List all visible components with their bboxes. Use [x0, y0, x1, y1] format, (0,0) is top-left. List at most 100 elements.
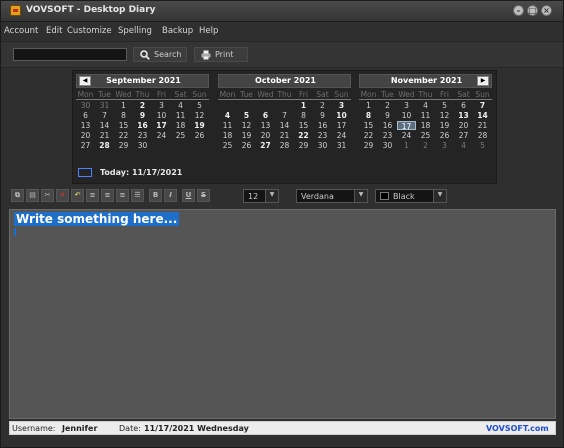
calendar-day[interactable]: 24	[152, 131, 171, 140]
calendar-day[interactable]: 20	[454, 121, 473, 130]
calendar-day[interactable]: 8	[114, 111, 133, 120]
calendar-day[interactable]: 17	[152, 121, 171, 130]
calendar-day[interactable]: 6	[454, 101, 473, 110]
calendar-day[interactable]: 11	[218, 121, 237, 130]
calendar-day[interactable]: 9	[133, 111, 152, 120]
calendar-day[interactable]: 1	[359, 101, 378, 110]
search-input[interactable]	[13, 48, 127, 61]
calendar-day[interactable]: 24	[397, 131, 416, 140]
calendar-day[interactable]: 8	[359, 111, 378, 120]
calendar-day[interactable]: 15	[294, 121, 313, 130]
calendar-day[interactable]: 19	[190, 121, 209, 130]
calendar-day[interactable]: 31	[332, 141, 351, 150]
align-center-button[interactable]: ≡	[101, 189, 114, 202]
calendar-day[interactable]: 13	[76, 121, 95, 130]
strikethrough-button[interactable]: S	[197, 189, 210, 202]
calendar-day[interactable]: 30	[378, 141, 397, 150]
calendar-day[interactable]: 15	[114, 121, 133, 130]
calendar-day[interactable]: 10	[152, 111, 171, 120]
calendar-day[interactable]: 4	[218, 111, 237, 120]
calendar-day[interactable]: 27	[454, 131, 473, 140]
calendar-day[interactable]: 11	[416, 111, 435, 120]
calendar-day[interactable]: 5	[473, 141, 492, 150]
minimize-button[interactable]: –	[513, 5, 524, 16]
calendar-day[interactable]: 29	[294, 141, 313, 150]
calendar-day[interactable]: 25	[218, 141, 237, 150]
calendar-day[interactable]: 22	[114, 131, 133, 140]
calendar-day[interactable]: 18	[416, 121, 435, 130]
italic-button[interactable]: I	[164, 189, 177, 202]
calendar-day[interactable]: 3	[332, 101, 351, 110]
calendar-day[interactable]: 8	[294, 111, 313, 120]
calendar-day[interactable]: 5	[190, 101, 209, 110]
calendar-day[interactable]: 23	[133, 131, 152, 140]
calendar-day[interactable]: 22	[294, 131, 313, 140]
calendar-day[interactable]: 5	[237, 111, 256, 120]
font-color-select[interactable]: Black ▼	[375, 189, 447, 203]
undo-button[interactable]: ↶	[71, 189, 84, 202]
font-size-select[interactable]: 12 ▼	[243, 189, 279, 203]
calendar-day[interactable]: 21	[275, 131, 294, 140]
calendar-day[interactable]: 22	[359, 131, 378, 140]
paste-button[interactable]: ▤	[26, 189, 39, 202]
bold-button[interactable]: B	[149, 189, 162, 202]
calendar-day[interactable]: 7	[473, 101, 492, 110]
calendar-day[interactable]: 19	[237, 131, 256, 140]
copy-button[interactable]: ⧉	[11, 189, 24, 202]
calendar-day[interactable]: 30	[76, 101, 95, 110]
calendar-day[interactable]: 21	[473, 121, 492, 130]
calendar-day[interactable]: 7	[95, 111, 114, 120]
next-month-button[interactable]: ▶	[477, 76, 489, 86]
cut-button[interactable]: ✂	[41, 189, 54, 202]
font-name-select[interactable]: Verdana ▼	[296, 189, 368, 203]
calendar-day[interactable]: 17	[332, 121, 351, 130]
menu-edit[interactable]: Edit	[46, 26, 62, 36]
calendar-day[interactable]: 5	[435, 101, 454, 110]
align-left-button[interactable]: ≡	[86, 189, 99, 202]
calendar-day[interactable]: 4	[171, 101, 190, 110]
calendar-day[interactable]: 28	[275, 141, 294, 150]
calendar-day[interactable]: 23	[313, 131, 332, 140]
font-size-dropdown[interactable]: ▼	[265, 190, 278, 202]
calendar-day[interactable]: 13	[256, 121, 275, 130]
calendar-day[interactable]: 1	[114, 101, 133, 110]
calendar-day[interactable]: 30	[133, 141, 152, 150]
calendar-day[interactable]: 29	[114, 141, 133, 150]
calendar-day[interactable]: 2	[416, 141, 435, 150]
calendar-day[interactable]: 12	[435, 111, 454, 120]
search-button[interactable]: Search	[133, 47, 187, 62]
calendar-day[interactable]: 7	[275, 111, 294, 120]
calendar-day[interactable]: 31	[95, 101, 114, 110]
calendar-day[interactable]: 26	[190, 131, 209, 140]
brand-link[interactable]: VOVSOFT.com	[486, 424, 549, 433]
diary-editor[interactable]: Write something here...	[9, 209, 556, 419]
calendar-day[interactable]: 14	[473, 111, 492, 120]
calendar-day[interactable]: 15	[359, 121, 378, 130]
calendar-day[interactable]: 17	[397, 121, 416, 131]
calendar-day[interactable]: 2	[133, 101, 152, 110]
calendar-day[interactable]: 2	[378, 101, 397, 110]
calendar-day[interactable]: 25	[416, 131, 435, 140]
menu-help[interactable]: Help	[199, 26, 218, 36]
calendar-day[interactable]: 28	[95, 141, 114, 150]
calendar-day[interactable]: 21	[95, 131, 114, 140]
calendar-day[interactable]: 2	[313, 101, 332, 110]
calendar-day[interactable]: 10	[332, 111, 351, 120]
calendar-day[interactable]: 3	[435, 141, 454, 150]
calendar-day[interactable]: 27	[256, 141, 275, 150]
calendar-day[interactable]: 12	[190, 111, 209, 120]
calendar-day[interactable]: 9	[378, 111, 397, 120]
menu-account[interactable]: Account	[4, 26, 38, 36]
calendar-day[interactable]: 20	[256, 131, 275, 140]
align-right-button[interactable]: ≡	[116, 189, 129, 202]
calendar-day[interactable]: 28	[473, 131, 492, 140]
today-link[interactable]: Today: 11/17/2021	[100, 168, 182, 177]
menu-spelling[interactable]: Spelling	[118, 26, 152, 36]
print-button[interactable]: Print	[194, 47, 248, 62]
calendar-day[interactable]: 23	[378, 131, 397, 140]
calendar-day[interactable]: 29	[359, 141, 378, 150]
delete-button[interactable]: ✕	[56, 189, 69, 202]
font-color-dropdown[interactable]: ▼	[433, 190, 446, 202]
calendar-day[interactable]: 30	[313, 141, 332, 150]
calendar-day[interactable]: 11	[171, 111, 190, 120]
